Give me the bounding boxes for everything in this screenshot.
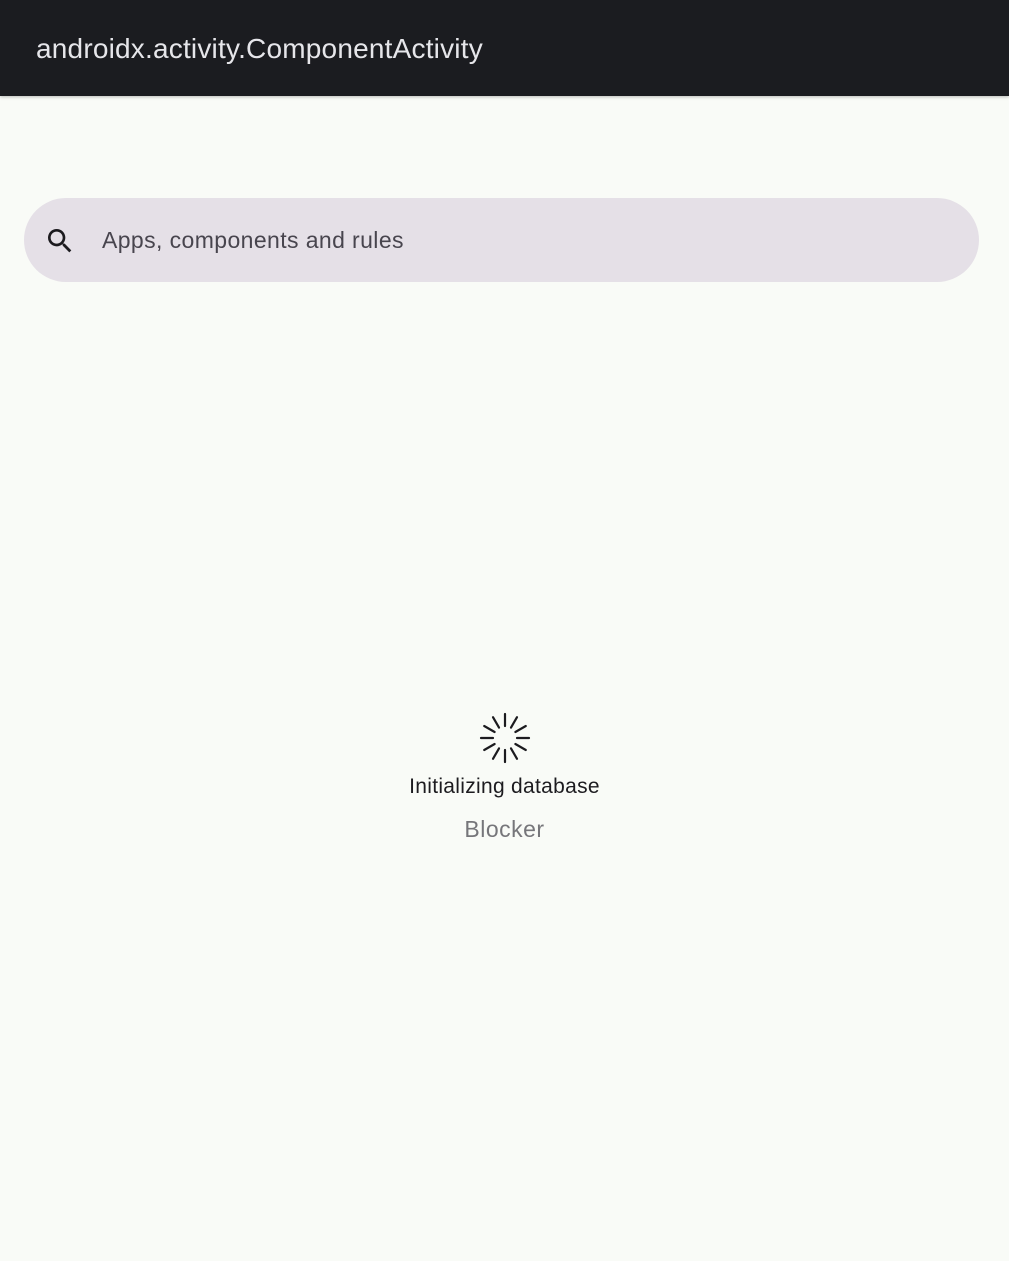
app-title: androidx.activity.ComponentActivity (36, 33, 483, 64)
spinner-spoke (514, 742, 527, 752)
app-name: Blocker (464, 816, 545, 842)
spinner-spoke (514, 724, 527, 734)
spinner-spoke (483, 724, 496, 734)
search-icon[interactable] (44, 225, 76, 257)
spinner-spoke (509, 716, 519, 729)
spinner-spoke (491, 716, 501, 729)
spinner-icon (479, 712, 531, 764)
spinner-spoke (483, 742, 496, 752)
spinner-spoke (509, 747, 519, 760)
search-input[interactable] (102, 222, 942, 258)
app-bar: androidx.activity.ComponentActivity (0, 0, 1009, 96)
loading-status: Initializing database (409, 775, 600, 798)
spinner-spoke (491, 747, 501, 760)
